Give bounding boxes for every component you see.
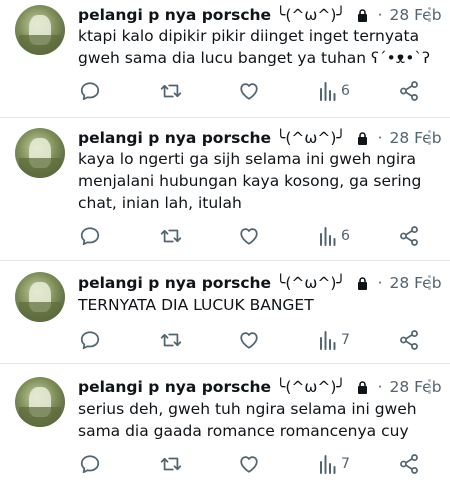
like-icon: [240, 228, 258, 245]
more-icon[interactable]: [428, 275, 432, 293]
lock-icon: [357, 277, 367, 290]
reply-icon: [80, 82, 100, 101]
like-icon: [240, 456, 258, 473]
tweet-header: pelangi p nya porsche ╰(^ω^)╯ · 28 Feb: [78, 273, 442, 293]
tweet-feed: pelangi p nya porsche ╰(^ω^)╯ · 28 Feb k…: [0, 0, 450, 483]
views-icon: [320, 331, 336, 350]
like-icon: [240, 83, 258, 100]
lock-icon: [357, 132, 367, 145]
tweet[interactable]: pelangi p nya porsche ╰(^ω^)╯ · 28 Feb k…: [0, 118, 450, 261]
views-icon: [320, 455, 336, 474]
views-button[interactable]: 7: [319, 328, 350, 352]
tweet-text: kaya lo ngerti ga sijh selama ini gweh n…: [78, 150, 422, 212]
share-button[interactable]: [398, 328, 420, 352]
display-name[interactable]: pelangi p nya porsche: [78, 6, 271, 24]
retweet-icon: [160, 84, 182, 98]
retweet-icon: [160, 229, 182, 243]
like-button[interactable]: [238, 452, 260, 476]
views-count: 7: [341, 456, 350, 472]
reply-button[interactable]: [79, 452, 101, 476]
share-button[interactable]: [398, 79, 420, 103]
share-button[interactable]: [398, 452, 420, 476]
more-icon[interactable]: [428, 7, 432, 25]
lock-icon: [357, 9, 367, 22]
tweet-text: serius deh, gweh tuh ngira selama ini gw…: [78, 400, 417, 440]
share-icon: [400, 226, 418, 246]
share-icon: [400, 81, 418, 101]
tweet-actions: 6: [0, 79, 450, 103]
views-icon: [320, 82, 336, 101]
tweet-date[interactable]: 28 Feb: [389, 6, 441, 24]
views-count: 6: [341, 228, 350, 244]
display-name[interactable]: pelangi p nya porsche: [78, 129, 271, 147]
display-name-emoticon: ╰(^ω^)╯: [276, 6, 346, 24]
tweet-header: pelangi p nya porsche ╰(^ω^)╯ · 28 Feb: [78, 377, 442, 397]
tweet-date[interactable]: 28 Feb: [389, 274, 441, 292]
display-name[interactable]: pelangi p nya porsche: [78, 378, 271, 396]
separator-dot: ·: [377, 378, 383, 396]
retweet-icon: [160, 457, 182, 471]
more-icon[interactable]: [428, 379, 432, 397]
retweet-button[interactable]: [159, 452, 183, 476]
retweet-icon: [160, 333, 182, 347]
separator-dot: ·: [377, 129, 383, 147]
views-count: 6: [341, 83, 350, 99]
separator-dot: ·: [377, 274, 383, 292]
avatar[interactable]: [15, 128, 65, 178]
share-button[interactable]: [398, 224, 420, 248]
retweet-button[interactable]: [159, 224, 183, 248]
share-icon: [400, 454, 418, 474]
retweet-button[interactable]: [159, 328, 183, 352]
reply-icon: [80, 227, 100, 246]
reply-button[interactable]: [79, 79, 101, 103]
display-name-emoticon: ╰(^ω^)╯: [276, 129, 346, 147]
tweet-actions: 7: [0, 328, 450, 352]
avatar[interactable]: [15, 5, 65, 55]
like-button[interactable]: [238, 224, 260, 248]
tweet-text: TERNYATA DIA LUCUK BANGET: [78, 296, 314, 314]
tweet-header: pelangi p nya porsche ╰(^ω^)╯ · 28 Feb: [78, 5, 442, 25]
views-button[interactable]: 6: [319, 224, 350, 248]
lock-icon: [357, 381, 367, 394]
like-button[interactable]: [238, 328, 260, 352]
tweet-actions: 7: [0, 452, 450, 476]
share-icon: [400, 330, 418, 350]
reply-button[interactable]: [79, 224, 101, 248]
tweet-header: pelangi p nya porsche ╰(^ω^)╯ · 28 Feb: [78, 128, 442, 148]
more-icon[interactable]: [428, 130, 432, 148]
tweet[interactable]: pelangi p nya porsche ╰(^ω^)╯ · 28 Feb T…: [0, 261, 450, 364]
tweet-date[interactable]: 28 Feb: [389, 378, 441, 396]
reply-button[interactable]: [79, 328, 101, 352]
views-button[interactable]: 6: [319, 79, 350, 103]
tweet[interactable]: pelangi p nya porsche ╰(^ω^)╯ · 28 Feb k…: [0, 0, 450, 118]
separator-dot: ·: [377, 6, 383, 24]
avatar[interactable]: [15, 272, 65, 322]
avatar[interactable]: [15, 377, 65, 427]
display-name[interactable]: pelangi p nya porsche: [78, 274, 271, 292]
tweet-actions: 6: [0, 224, 450, 248]
views-icon: [320, 227, 336, 246]
retweet-button[interactable]: [159, 79, 183, 103]
views-count: 7: [341, 332, 350, 348]
like-icon: [240, 332, 258, 349]
views-button[interactable]: 7: [319, 452, 350, 476]
reply-icon: [80, 455, 100, 474]
tweet-date[interactable]: 28 Feb: [389, 129, 441, 147]
display-name-emoticon: ╰(^ω^)╯: [276, 274, 346, 292]
tweet-text: ktapi kalo dipikir pikir diinget inget t…: [78, 27, 430, 67]
like-button[interactable]: [238, 79, 260, 103]
tweet[interactable]: pelangi p nya porsche ╰(^ω^)╯ · 28 Feb s…: [0, 364, 450, 483]
display-name-emoticon: ╰(^ω^)╯: [276, 378, 346, 396]
reply-icon: [80, 331, 100, 350]
